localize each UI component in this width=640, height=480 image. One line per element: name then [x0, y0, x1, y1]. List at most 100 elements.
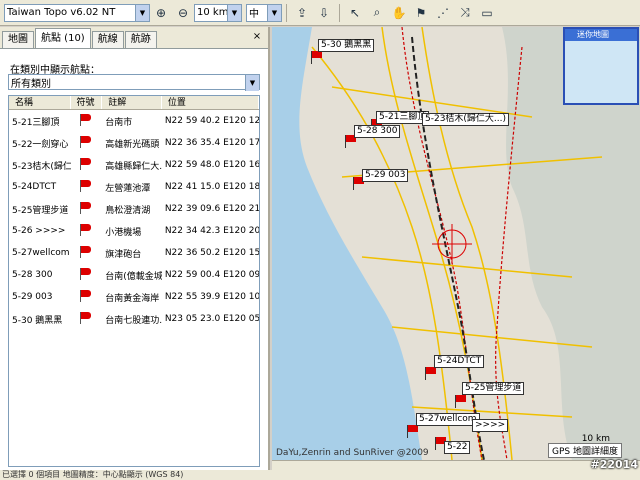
waypoint-label[interactable]: 5-25管理步道: [462, 382, 525, 395]
pan-hand-icon[interactable]: ✋: [389, 3, 409, 23]
waypoint-label[interactable]: 5-23桔木(歸仁大...): [422, 113, 510, 126]
table-row[interactable]: 5-22一劍穿心 高雄新光碼頭 N22 36 35.4 E120 17 49.5: [9, 132, 259, 154]
waypoint-position: N22 36 50.2 E120 15 54.1: [164, 248, 259, 258]
table-row[interactable]: 5-21三腳頂 台南市 N22 59 40.2 E120 12 22.4: [9, 110, 259, 132]
send-to-device-icon[interactable]: ⇪: [292, 3, 312, 23]
close-icon[interactable]: ×: [250, 30, 264, 44]
toolbar: Taiwan Topo v6.02 NT ▼ ⊕ ⊖ 10 km ▼ 中 ▼ ⇪…: [0, 0, 640, 26]
chevron-down-icon: ▼: [135, 4, 149, 21]
waypoint-flag[interactable]: [424, 367, 438, 381]
waypoint-symbol: [71, 311, 103, 328]
table-row[interactable]: 5-24DTCT 左營蓮池潭 N22 41 15.0 E120 18 06.5: [9, 176, 259, 198]
waypoint-name: 5-29 003: [12, 292, 53, 302]
column-header-position[interactable]: 位置: [162, 96, 259, 109]
map-horizontal-scrollbar[interactable]: [272, 460, 640, 470]
table-row[interactable]: 5-28 300 台南(億載金城)N22 59 00.4 E120 09 33.9: [9, 264, 259, 286]
tab-map[interactable]: 地圖: [2, 31, 34, 48]
waypoint-note: 鳥松澄清湖: [105, 205, 151, 216]
category-filter-select[interactable]: 所有類別 ▼: [8, 74, 260, 91]
table-row[interactable]: 5-26 >>>> 小港機場 N22 34 42.3 E120 20 46.7: [9, 220, 259, 242]
waypoint-symbol: [71, 135, 103, 152]
waypoint-symbol: [71, 179, 103, 196]
red-flag-icon: [78, 201, 92, 215]
column-header-symbol[interactable]: 符號: [71, 96, 103, 109]
table-row[interactable]: 5-29 003 台南黃金海岸 N22 55 39.9 E120 10 34.3: [9, 286, 259, 308]
waypoint-note: 台南黃金海岸: [105, 293, 160, 304]
tab-waypoints[interactable]: 航點 (10): [35, 28, 91, 48]
waypoint-table: 名稱 符號 註解 位置 5-21三腳頂 台南市 N22 59 40.2 E120 1…: [8, 95, 260, 467]
waypoint-note: 左營蓮池潭: [105, 183, 151, 194]
table-row[interactable]: 5-27wellcom 旗津砲台 N22 36 50.2 E120 15 54.1: [9, 242, 259, 264]
waypoint-symbol: [71, 245, 103, 262]
watermark: #22014: [590, 458, 639, 471]
red-flag-icon: [78, 179, 92, 193]
waypoint-position: N22 39 09.6 E120 21 04.3: [164, 204, 259, 214]
waypoint-name: 5-25管理步道: [12, 205, 69, 216]
chevron-down-icon: ▼: [245, 75, 259, 91]
detail-select[interactable]: 中 ▼: [246, 3, 282, 22]
table-header: 名稱 符號 註解 位置: [9, 96, 259, 110]
waypoint-name: 5-26 >>>>: [12, 226, 66, 236]
minimap-title: 迷你地圖: [565, 29, 637, 41]
chevron-down-icon: ▼: [267, 4, 281, 21]
waypoint-label[interactable]: >>>>: [472, 419, 509, 432]
waypoint-panel: 地圖 航點 (10) 航線 航跡 × 在類別中顯示航點： 所有類別 ▼ 名稱 符…: [0, 27, 270, 470]
chevron-down-icon: ▼: [227, 4, 241, 21]
waypoint-symbol: [71, 113, 103, 130]
tab-tracks[interactable]: 航跡: [124, 31, 157, 48]
waypoint-label[interactable]: 5-30 鵝黑黑: [318, 39, 375, 52]
sea-area: [272, 27, 422, 460]
column-header-name[interactable]: 名稱: [9, 96, 71, 109]
zoom-in-icon[interactable]: ⊕: [151, 3, 171, 23]
waypoint-symbol: [71, 223, 103, 240]
waypoint-position: N22 34 42.3 E120 20 46.7: [164, 226, 259, 236]
waypoint-position: N22 59 48.0 E120 16 44.4: [164, 160, 259, 170]
gps-detail-button[interactable]: GPS 地圖詳細度: [548, 443, 622, 458]
route-tool-icon[interactable]: ⤨: [455, 3, 475, 23]
column-header-note[interactable]: 註解: [102, 96, 162, 109]
map-view[interactable]: 5-30 鵝黑黑 5-21三腳頂 5-23桔木(歸仁大...) 5-28 300…: [272, 27, 640, 460]
toolbar-divider: [286, 3, 287, 22]
waypoint-label[interactable]: 5-24DTCT: [434, 355, 485, 368]
category-filter-value: 所有類別: [11, 78, 51, 90]
minimap[interactable]: 迷你地圖: [563, 27, 639, 105]
waypoint-flag[interactable]: [310, 51, 324, 65]
table-row[interactable]: 5-23桔木(歸仁... 高雄縣歸仁大...N22 59 48.0 E120 16…: [9, 154, 259, 176]
map-product-select[interactable]: Taiwan Topo v6.02 NT ▼: [4, 3, 150, 22]
zoom-select[interactable]: 10 km ▼: [194, 3, 242, 22]
waypoint-position: N23 05 23.0 E120 05 58.9: [164, 314, 259, 324]
measure-tool-icon[interactable]: ▭: [477, 3, 497, 23]
red-flag-icon: [78, 157, 92, 171]
map-copyright: DaYu,Zenrin and SunRiver @2009: [276, 448, 429, 458]
toolbar-divider: [339, 3, 340, 22]
waypoint-note: 台南市: [105, 117, 133, 128]
waypoint-label[interactable]: 5-28 300: [354, 125, 401, 138]
waypoint-name: 5-28 300: [12, 270, 53, 280]
table-row[interactable]: 5-25管理步道 鳥松澄清湖 N22 39 09.6 E120 21 04.3: [9, 198, 259, 220]
zoom-tool-icon[interactable]: ⌕: [367, 3, 387, 23]
waypoint-tool-icon[interactable]: ⚑: [411, 3, 431, 23]
red-flag-icon: [78, 267, 92, 281]
waypoint-label[interactable]: 5-27wellcom: [416, 413, 480, 426]
waypoint-name: 5-27wellcom: [12, 248, 70, 258]
waypoint-flag[interactable]: [454, 395, 468, 409]
red-flag-icon: [78, 135, 92, 149]
receive-from-device-icon[interactable]: ⇩: [314, 3, 334, 23]
waypoint-position: N22 41 15.0 E120 18 06.5: [164, 182, 259, 192]
waypoint-label[interactable]: 5-22: [444, 441, 471, 454]
zoom-value: 10 km: [197, 7, 229, 18]
waypoint-flag[interactable]: [406, 425, 420, 439]
red-flag-icon: [78, 245, 92, 259]
track-tool-icon[interactable]: ⋰: [433, 3, 453, 23]
zoom-out-icon[interactable]: ⊖: [173, 3, 193, 23]
waypoint-name: 5-24DTCT: [12, 182, 57, 192]
select-tool-icon[interactable]: ↖: [345, 3, 365, 23]
waypoint-symbol: [71, 289, 103, 306]
waypoint-note: 台南七股連功...: [105, 315, 162, 326]
table-row[interactable]: 5-30 鵝黑黑 台南七股連功...N23 05 23.0 E120 05 58.…: [9, 308, 259, 330]
detail-value: 中: [249, 9, 259, 20]
waypoint-label[interactable]: 5-29 003: [362, 169, 409, 182]
tab-routes[interactable]: 航線: [91, 31, 124, 48]
waypoint-symbol: [71, 267, 103, 284]
waypoint-symbol: [71, 201, 103, 218]
